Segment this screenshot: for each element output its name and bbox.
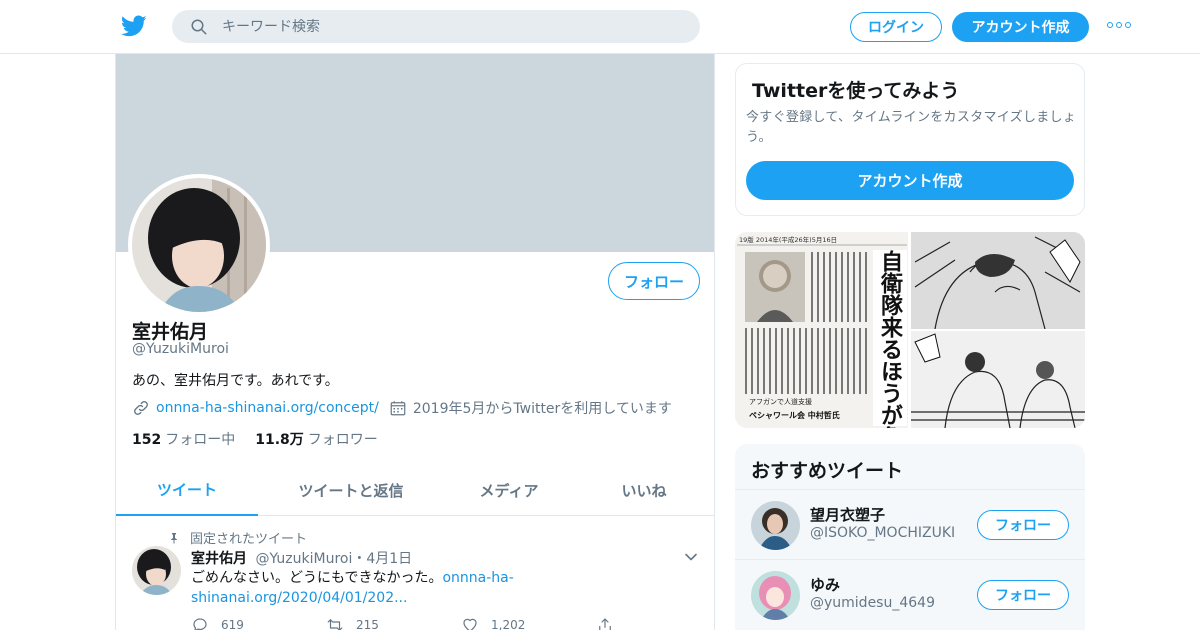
tweet-header: 室井佑月 @YuzukiMuroi・4月1日: [191, 548, 412, 568]
retweet-count: 215: [356, 618, 379, 630]
share-button[interactable]: [596, 616, 714, 630]
link-icon: [134, 401, 148, 415]
tab-likes[interactable]: いいね: [574, 464, 714, 516]
tweet-handle-date[interactable]: @YuzukiMuroi・4月1日: [255, 551, 412, 567]
profile-joined-date: 2019年5月からTwitterを利用しています: [412, 401, 672, 417]
heart-icon: [463, 618, 477, 630]
recommended-title: おすすめツイート: [751, 460, 904, 482]
join-card-signup-button[interactable]: アカウント作成: [746, 161, 1074, 200]
recommended-user-handle: @ISOKO_MOCHIZUKI: [810, 525, 956, 541]
chevron-down-icon[interactable]: [684, 550, 698, 564]
twitter-bird-icon[interactable]: [120, 13, 148, 39]
recommended-user-name[interactable]: 望月衣塑子: [810, 504, 885, 525]
tweet-text: ごめんなさい。どうにもできなかった。onnna-ha-shinanai.org/…: [191, 568, 571, 608]
followers-count-link[interactable]: 11.8万 フォロワー: [255, 429, 378, 449]
profile-tabs: ツイート ツイートと返信 メディア いいね: [116, 464, 714, 516]
recommended-user-name[interactable]: ゆみ: [810, 574, 840, 595]
signup-button[interactable]: アカウント作成: [952, 12, 1089, 42]
more-dots-icon[interactable]: [1107, 22, 1131, 30]
join-card-title: Twitterを使ってみよう: [752, 80, 960, 102]
following-label: フォロー中: [165, 432, 236, 448]
pin-icon: [171, 532, 177, 543]
recommended-tweets-card: おすすめツイート 望月衣塑子 @ISOKO_MOCHIZUKI フォロー ゆみ …: [735, 444, 1085, 630]
pinned-tweet-label: 固定されたツイート: [168, 528, 307, 547]
login-button[interactable]: ログイン: [850, 12, 942, 42]
recommended-user-avatar[interactable]: [751, 501, 800, 550]
profile-bio: あの、室井佑月です。あれです。: [132, 373, 339, 389]
profile-name: 室井佑月: [132, 321, 209, 343]
top-navigation-bar: ログイン アカウント作成: [0, 0, 1200, 54]
join-twitter-card: Twitterを使ってみよう 今すぐ登録して、タイムラインをカスタマイズしましょ…: [735, 63, 1085, 216]
recommended-user-row[interactable]: ゆみ @yumidesu_4649 フォロー: [735, 559, 1085, 629]
reply-button[interactable]: 619: [191, 616, 326, 630]
pinned-label-text: 固定されたツイート: [190, 532, 308, 547]
calendar-icon: [390, 401, 406, 416]
media-grid[interactable]: 19版 2014年(平成26年)5月16日 自衛隊来るほうが危 アフガンで人道支…: [735, 232, 1085, 428]
retweet-button[interactable]: 215: [326, 616, 461, 630]
retweet-icon: [327, 619, 343, 630]
recommended-follow-button[interactable]: フォロー: [977, 580, 1069, 610]
profile-avatar[interactable]: [128, 174, 270, 316]
tweet-actions: 619 215 1,202: [191, 616, 714, 630]
search-icon: [191, 19, 207, 34]
following-count-link[interactable]: 152 フォロー中: [132, 429, 235, 449]
recommended-user-handle: @yumidesu_4649: [810, 595, 935, 611]
newspaper-caption: アフガンで人道支援: [749, 397, 812, 406]
reply-count: 619: [221, 618, 244, 630]
reply-icon: [193, 618, 207, 630]
newspaper-byline: ペシャワール会 中村哲氏: [749, 410, 840, 420]
following-count: 152: [132, 432, 162, 448]
profile-counts: 152 フォロー中 11.8万 フォロワー: [132, 429, 378, 449]
like-button[interactable]: 1,202: [461, 616, 596, 630]
join-card-description: 今すぐ登録して、タイムラインをカスタマイズしましょう。: [746, 110, 1077, 145]
tab-tweets-and-replies[interactable]: ツイートと返信: [258, 464, 444, 516]
profile-meta: onnna-ha-shinanai.org/concept/ 2019年5月から…: [132, 398, 672, 418]
tweet-author-avatar[interactable]: [132, 546, 181, 595]
like-count: 1,202: [491, 618, 526, 630]
tab-tweets[interactable]: ツイート: [116, 464, 258, 516]
recommended-user-row[interactable]: 望月衣塑子 @ISOKO_MOCHIZUKI フォロー: [735, 489, 1085, 559]
search-input[interactable]: [222, 18, 662, 35]
recommended-user-avatar[interactable]: [751, 571, 800, 620]
recommended-follow-button[interactable]: フォロー: [977, 510, 1069, 540]
tab-media[interactable]: メディア: [444, 464, 574, 516]
tweet-author-name[interactable]: 室井佑月: [191, 551, 247, 567]
followers-label: フォロワー: [307, 432, 378, 448]
newspaper-date: 19版 2014年(平成26年)5月16日: [739, 235, 837, 244]
share-icon: [599, 618, 611, 630]
followers-count: 11.8万: [255, 432, 304, 448]
profile-column: フォロー 室井佑月 @YuzukiMuroi あの、室井佑月です。あれです。 o…: [115, 54, 715, 630]
profile-handle: @YuzukiMuroi: [132, 341, 229, 357]
search-bar[interactable]: [172, 10, 700, 43]
tweet-body: ごめんなさい。どうにもできなかった。: [191, 570, 443, 586]
newspaper-headline: 自衛隊来るほうが危: [877, 249, 904, 428]
follow-button[interactable]: フォロー: [608, 262, 700, 300]
profile-website-link[interactable]: onnna-ha-shinanai.org/concept/: [156, 400, 379, 416]
